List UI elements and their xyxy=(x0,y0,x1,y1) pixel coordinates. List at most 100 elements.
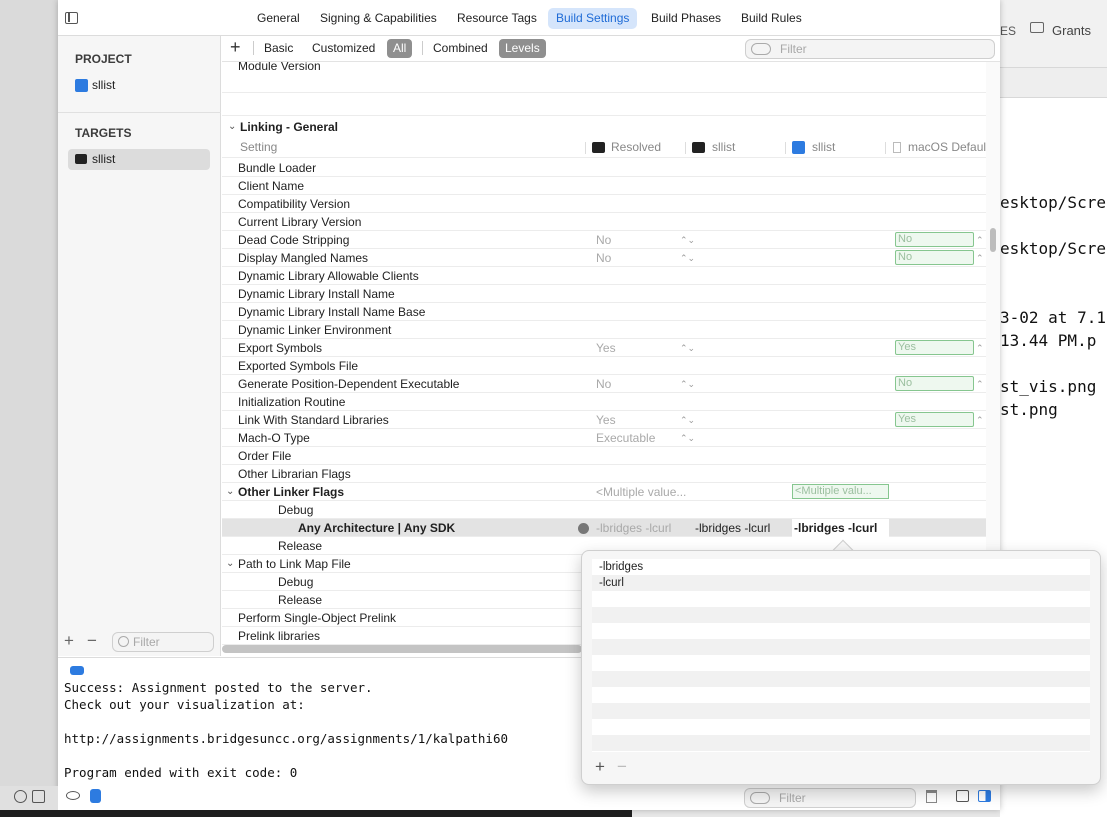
add-setting-button[interactable]: + xyxy=(230,37,241,58)
scope-all[interactable]: All xyxy=(387,39,413,58)
stepper-icon[interactable]: ⌃ xyxy=(976,375,984,393)
sidebar-item-target[interactable]: sllist xyxy=(68,149,210,170)
table-row[interactable]: Export Symbols Yes ⌃⌄ Yes ⌃ xyxy=(222,339,986,357)
table-row-any-architecture[interactable]: Any Architecture | Any SDK -lbridges -lc… xyxy=(222,519,986,537)
divider xyxy=(785,142,786,154)
divider xyxy=(685,142,686,154)
column-project[interactable]: sllist xyxy=(812,138,835,156)
remove-target-icon[interactable]: − xyxy=(87,631,97,651)
trash-icon[interactable] xyxy=(926,790,937,803)
project-value-editing[interactable]: -lbridges -lcurl xyxy=(792,519,889,537)
scope-combined[interactable]: Combined xyxy=(427,39,494,58)
variables-toggle-icon[interactable] xyxy=(90,789,101,803)
table-row[interactable]: Dynamic Library Install Name Base xyxy=(222,303,986,321)
stepper-icon[interactable]: ⌃⌄ xyxy=(680,375,695,393)
scope-levels[interactable]: Levels xyxy=(499,39,546,58)
table-row[interactable]: Initialization Routine xyxy=(222,393,986,411)
table-row-other-linker-flags[interactable]: ⌄ Other Linker Flags <Multiple value... … xyxy=(222,483,986,501)
list-item[interactable]: -lcurl xyxy=(592,575,1090,591)
list-item[interactable]: -lbridges xyxy=(592,559,1090,575)
table-row[interactable]: Bundle Loader xyxy=(222,159,986,177)
table-row[interactable]: Client Name xyxy=(222,177,986,195)
flags-list[interactable]: -lbridges -lcurl xyxy=(592,559,1090,752)
table-row[interactable]: Module Version xyxy=(222,62,986,93)
stepper-icon[interactable]: ⌃ xyxy=(976,339,984,357)
default-value[interactable]: No xyxy=(895,376,974,391)
resolved-value: No xyxy=(596,251,612,265)
scope-basic[interactable]: Basic xyxy=(258,39,299,58)
resolved-value: -lbridges -lcurl xyxy=(596,521,672,535)
setting-name: Release xyxy=(278,593,323,607)
target-value[interactable]: -lbridges -lcurl xyxy=(695,519,770,537)
setting-name: Export Symbols xyxy=(238,341,323,355)
stepper-icon[interactable]: ⌃⌄ xyxy=(680,429,695,447)
sidebar-item-project[interactable]: sllist xyxy=(68,75,210,96)
sidebar-toggle-icon[interactable] xyxy=(65,12,78,24)
tab-build-rules[interactable]: Build Rules xyxy=(733,8,810,29)
tab-general[interactable]: General xyxy=(249,8,308,29)
stepper-icon[interactable]: ⌃ xyxy=(976,249,984,267)
finder-grants-label[interactable]: Grants xyxy=(1052,23,1091,38)
tab-resource-tags[interactable]: Resource Tags xyxy=(449,8,545,29)
default-value[interactable]: No xyxy=(895,232,974,247)
disclosure-triangle-icon[interactable]: ⌄ xyxy=(226,483,234,501)
stepper-icon[interactable]: ⌃⌄ xyxy=(680,411,695,429)
disclosure-triangle-icon[interactable]: ⌄ xyxy=(228,118,236,136)
tab-build-phases[interactable]: Build Phases xyxy=(643,8,729,29)
column-target[interactable]: sllist xyxy=(712,138,735,156)
eye-icon[interactable] xyxy=(66,791,80,800)
table-row[interactable]: Exported Symbols File xyxy=(222,357,986,375)
project-value[interactable]: <Multiple valu... xyxy=(792,484,889,499)
build-settings-filter-input[interactable]: Filter xyxy=(745,39,995,59)
sdk-icon xyxy=(893,142,901,153)
console-filter-input[interactable]: Filter xyxy=(744,788,916,808)
add-target-icon[interactable]: + xyxy=(64,631,74,651)
remove-condition-icon[interactable] xyxy=(578,523,589,534)
default-value[interactable]: Yes xyxy=(895,412,974,427)
scope-customized[interactable]: Customized xyxy=(306,39,381,58)
table-row[interactable]: Mach-O Type Executable ⌃⌄ xyxy=(222,429,986,447)
left-panel-toggle-icon[interactable] xyxy=(956,790,969,802)
stepper-icon[interactable]: ⌃ xyxy=(976,231,984,249)
terminal-line: 3-02 at 7.1 xyxy=(1000,308,1106,327)
table-row[interactable]: Link With Standard Libraries Yes ⌃⌄ Yes ⌃ xyxy=(222,411,986,429)
scrollbar-thumb[interactable] xyxy=(990,228,996,252)
column-setting[interactable]: Setting xyxy=(240,138,277,156)
breakpoint-icon[interactable] xyxy=(70,666,84,675)
horizontal-scrollbar[interactable] xyxy=(222,645,582,653)
add-flag-button[interactable]: + xyxy=(595,757,605,777)
column-default[interactable]: macOS Default xyxy=(908,138,986,156)
table-row[interactable]: Order File xyxy=(222,447,986,465)
stepper-icon[interactable]: ⌃⌄ xyxy=(680,249,695,267)
sidebar-filter-input[interactable]: Filter xyxy=(112,632,214,652)
stepper-icon[interactable]: ⌃⌄ xyxy=(680,339,695,357)
empty-list-row xyxy=(592,607,1090,623)
setting-name: Perform Single-Object Prelink xyxy=(238,611,397,625)
stepper-icon[interactable]: ⌃ xyxy=(976,411,984,429)
section-header-linking-general[interactable]: ⌄ Linking - General xyxy=(222,118,986,138)
tab-build-settings[interactable]: Build Settings xyxy=(548,8,638,29)
table-row-debug[interactable]: Debug xyxy=(222,501,986,519)
table-row[interactable]: Display Mangled Names No ⌃⌄ No ⌃ xyxy=(222,249,986,267)
disclosure-triangle-icon[interactable]: ⌄ xyxy=(226,555,234,573)
table-row[interactable]: Generate Position-Dependent Executable N… xyxy=(222,375,986,393)
terminal-line: esktop/Scre xyxy=(1000,193,1106,212)
column-resolved[interactable]: Resolved xyxy=(611,138,661,156)
remove-flag-button[interactable]: − xyxy=(617,757,627,777)
terminal-icon xyxy=(592,142,605,153)
default-value[interactable]: No xyxy=(895,250,974,265)
empty-list-row xyxy=(592,639,1090,655)
table-row[interactable]: Dynamic Library Install Name xyxy=(222,285,986,303)
default-value[interactable]: Yes xyxy=(895,340,974,355)
table-row[interactable]: Other Librarian Flags xyxy=(222,465,986,483)
folder-icon xyxy=(1030,22,1044,33)
table-row[interactable]: Current Library Version xyxy=(222,213,986,231)
table-row[interactable]: Dynamic Library Allowable Clients xyxy=(222,267,986,285)
stepper-icon[interactable]: ⌃⌄ xyxy=(680,231,695,249)
tab-signing-capabilities[interactable]: Signing & Capabilities xyxy=(312,8,445,29)
table-row[interactable]: Compatibility Version xyxy=(222,195,986,213)
table-row[interactable]: Dead Code Stripping No ⌃⌄ No ⌃ xyxy=(222,231,986,249)
clock-icon xyxy=(14,790,27,803)
table-row[interactable]: Dynamic Linker Environment xyxy=(222,321,986,339)
right-panel-toggle-icon[interactable] xyxy=(978,790,991,802)
